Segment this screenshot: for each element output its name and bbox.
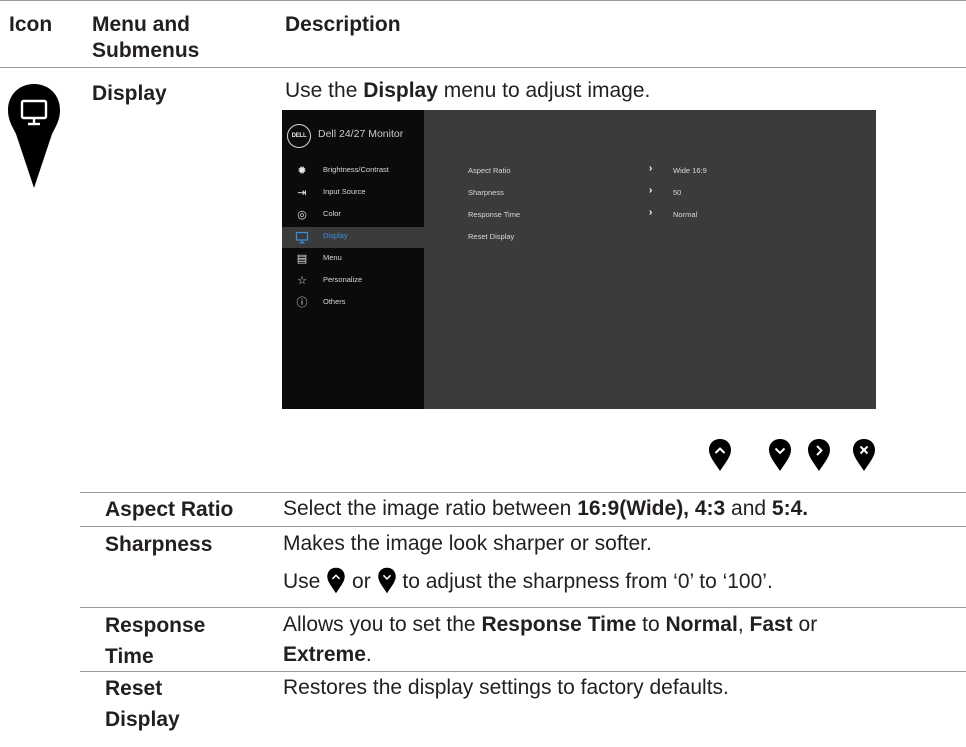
dell-logo: DELL bbox=[287, 124, 311, 148]
list-icon: ▤ bbox=[296, 253, 308, 265]
osd-setting-aspect-ratio[interactable]: Aspect Ratio bbox=[468, 166, 511, 175]
aspect-mid: and bbox=[725, 497, 772, 520]
response-bold-3: Fast bbox=[749, 613, 793, 636]
osd-value-aspect-ratio: Wide 16:9 bbox=[673, 166, 707, 175]
response-line2: Extreme. bbox=[283, 640, 963, 670]
table-rule bbox=[80, 607, 966, 608]
response-line1: Allows you to set the Response Time to N… bbox=[283, 610, 963, 640]
aspect-bold-2: 5:4. bbox=[771, 497, 809, 520]
osd-value-sharpness: 50 bbox=[673, 188, 682, 197]
osd-menu-menu[interactable]: ▤ Menu bbox=[282, 249, 424, 270]
reset-display-description: Restores the display settings to factory… bbox=[283, 676, 729, 699]
osd-menu-label: Brightness/Contrast bbox=[323, 165, 389, 174]
osd-setting-response-time[interactable]: Response Time bbox=[468, 210, 520, 219]
response-pre: Allows you to set the bbox=[283, 613, 482, 636]
response-bold-1: Response Time bbox=[481, 613, 637, 636]
osd-menu-personalize[interactable]: ☆ Personalize bbox=[282, 271, 424, 292]
aspect-bold-1: 16:9(Wide), 4:3 bbox=[577, 497, 726, 520]
up-button-icon bbox=[327, 567, 345, 594]
osd-menu-brightness-contrast[interactable]: ✹ Brightness/Contrast bbox=[282, 161, 424, 182]
display-intro-text: Use the Display menu to adjust image. bbox=[285, 76, 650, 106]
table-rule bbox=[80, 671, 966, 672]
monitor-icon bbox=[295, 231, 309, 244]
chevron-right-icon: › bbox=[649, 185, 653, 196]
info-icon: ⓘ bbox=[296, 297, 308, 309]
osd-settings-panel: Aspect Ratio › Wide 16:9 Sharpness › 50 … bbox=[424, 110, 876, 409]
aspect-ratio-description: Select the image ratio between 16:9(Wide… bbox=[283, 494, 808, 524]
down-button-icon bbox=[769, 439, 791, 471]
response-bold-4: Extreme bbox=[283, 643, 366, 666]
up-button-icon bbox=[709, 439, 731, 471]
response-end: . bbox=[365, 643, 372, 666]
reset-label-line2: Display bbox=[105, 708, 180, 731]
close-button-icon bbox=[853, 439, 875, 471]
input-icon: ⇥ bbox=[297, 187, 307, 199]
aspect-pre: Select the image ratio between bbox=[283, 497, 578, 520]
header-description-column: Description bbox=[285, 13, 401, 36]
osd-setting-reset-display[interactable]: Reset Display bbox=[468, 232, 514, 241]
star-icon: ☆ bbox=[297, 275, 307, 287]
monitor-icon bbox=[8, 84, 60, 188]
submenu-aspect-ratio-label: Aspect Ratio bbox=[105, 498, 234, 521]
down-button-icon bbox=[377, 567, 396, 594]
response-label-line1: Response bbox=[105, 614, 206, 637]
osd-menu-label: Display bbox=[323, 231, 348, 240]
response-time-description: Allows you to set the Response Time to N… bbox=[283, 610, 963, 670]
sharp-or: or bbox=[346, 570, 377, 593]
header-bottom-rule bbox=[0, 67, 966, 68]
osd-value-response-time: Normal bbox=[673, 210, 698, 219]
submenu-response-time-label: Response Time bbox=[105, 610, 205, 672]
osd-menu-others[interactable]: ⓘ Others bbox=[282, 293, 424, 314]
response-comma: , bbox=[737, 613, 750, 636]
submenu-reset-display-label: Reset Display bbox=[105, 673, 180, 735]
display-intro-post: menu to adjust image. bbox=[437, 79, 651, 102]
sun-icon: ✹ bbox=[297, 165, 307, 177]
osd-menu-label: Input Source bbox=[323, 187, 366, 196]
osd-menu-label: Others bbox=[323, 297, 346, 306]
header-icon-column: Icon bbox=[9, 13, 53, 36]
sharpness-description-line2: Use or to adjust the sharpness from ‘0’ … bbox=[283, 567, 773, 597]
chevron-right-icon: › bbox=[649, 207, 653, 218]
osd-menu-label: Color bbox=[323, 209, 341, 218]
display-intro-bold: Display bbox=[363, 79, 438, 102]
header-top-rule bbox=[0, 0, 966, 1]
reset-label-line1: Reset bbox=[105, 677, 163, 700]
table-rule bbox=[80, 526, 966, 527]
osd-screenshot: DELL Dell 24/27 Monitor ✹ Brightness/Con… bbox=[282, 110, 876, 409]
osd-menu-label: Personalize bbox=[323, 275, 363, 284]
osd-menu-label: Menu bbox=[323, 253, 342, 262]
sharp-post: to adjust the sharpness from ‘0’ to ‘100… bbox=[396, 570, 773, 593]
osd-menu-color[interactable]: ◎ Color bbox=[282, 205, 424, 226]
response-bold-2: Normal bbox=[665, 613, 738, 636]
display-intro-pre: Use the bbox=[285, 79, 364, 102]
response-label-line2: Time bbox=[105, 645, 154, 668]
palette-icon: ◎ bbox=[297, 209, 307, 221]
response-or: or bbox=[792, 613, 818, 636]
table-rule bbox=[80, 492, 966, 493]
osd-title: Dell 24/27 Monitor bbox=[318, 128, 404, 140]
right-button-icon bbox=[808, 439, 830, 471]
header-menu-column: Menu and Submenus bbox=[92, 13, 200, 62]
menu-display-label: Display bbox=[92, 82, 167, 105]
sharpness-description-line1: Makes the image look sharper or softer. bbox=[283, 532, 652, 555]
osd-menu-display[interactable]: Display bbox=[282, 227, 424, 248]
osd-setting-sharpness[interactable]: Sharpness bbox=[468, 188, 504, 197]
osd-menu-input-source[interactable]: ⇥ Input Source bbox=[282, 183, 424, 204]
sharp-use: Use bbox=[283, 570, 327, 593]
response-to: to bbox=[636, 613, 666, 636]
submenu-sharpness-label: Sharpness bbox=[105, 533, 213, 556]
chevron-right-icon: › bbox=[649, 163, 653, 174]
